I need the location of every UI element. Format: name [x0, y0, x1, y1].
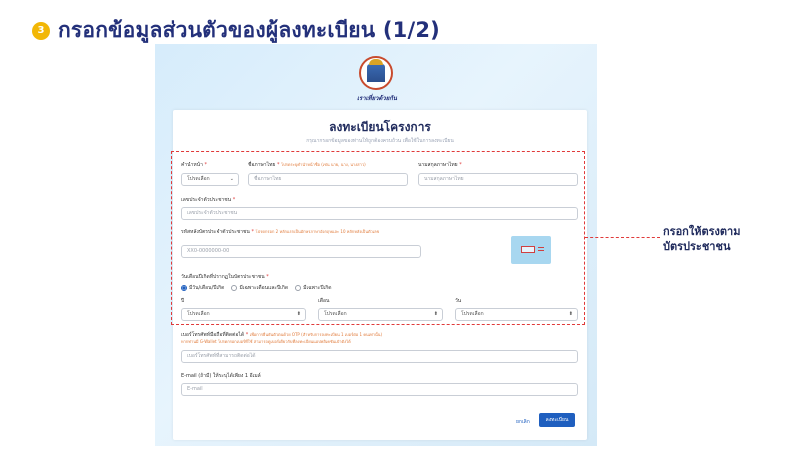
- email-label: E-mail (ถ้ามี) ให้ระบุได้เพียง 1 อีเมล์: [181, 373, 261, 379]
- phone-input[interactable]: เบอร์โทรศัพท์ที่สามารถติดต่อได้: [181, 350, 578, 363]
- logo-text: เราเที่ยวด้วยกัน: [356, 95, 398, 102]
- callout-line-2: บัตรประชาชน: [663, 240, 731, 253]
- callout-connector: [585, 237, 660, 238]
- register-button[interactable]: ลงทะเบียน: [539, 413, 575, 427]
- step-header: 3 กรอกข้อมูลส่วนตัวของผู้ลงทะเบียน (1/2): [32, 14, 440, 47]
- cancel-button[interactable]: ยกเลิก: [516, 418, 530, 426]
- project-logo: [359, 56, 393, 90]
- step-number-badge: 3: [32, 21, 50, 40]
- logo-emblem-icon: [359, 56, 393, 90]
- slide: 3 กรอกข้อมูลส่วนตัวของผู้ลงทะเบียน (1/2)…: [0, 0, 800, 452]
- callout-note: กรอกให้ตรงตาม บัตรประชาชน: [663, 224, 740, 254]
- callout-line-1: กรอกให้ตรงตาม: [663, 225, 741, 238]
- form-subtitle: กรุณากรอกข้อมูลของท่านให้ถูกต้องครบถ้วน …: [306, 138, 454, 144]
- phone-hint: หากท่านมี G-Wallet โปรดกรอกเบอร์ที่ใช้ ส…: [181, 339, 351, 344]
- email-input[interactable]: E-mail: [181, 383, 578, 396]
- form-title: ลงทะเบียนโครงการ: [329, 120, 431, 134]
- personal-info-highlight: [171, 151, 585, 325]
- step-title: กรอกข้อมูลส่วนตัวของผู้ลงทะเบียน (1/2): [58, 18, 440, 42]
